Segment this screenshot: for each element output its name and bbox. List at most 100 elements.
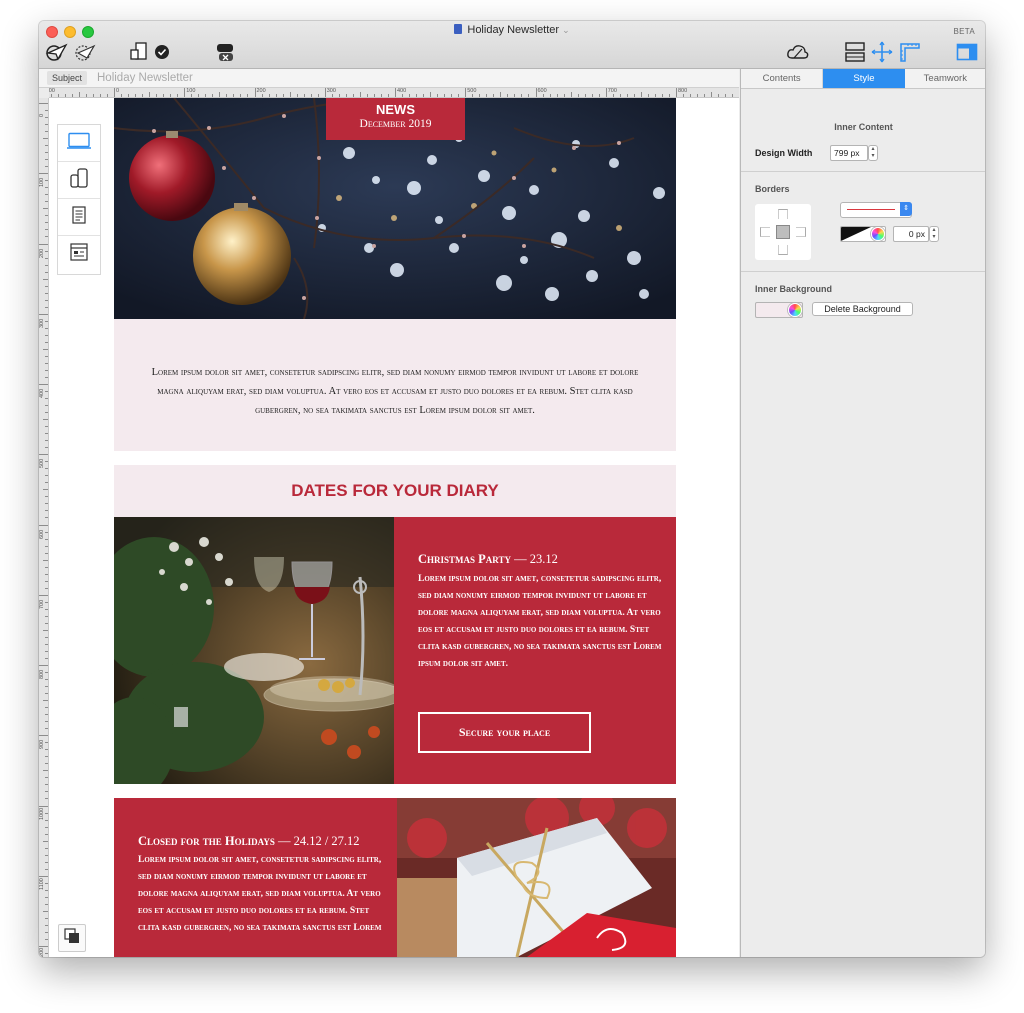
ruler-tick — [584, 94, 586, 97]
ruler-tick — [39, 805, 48, 807]
ruler-tick — [289, 92, 291, 97]
ruler-label: 300 — [39, 318, 45, 328]
event-date: 23.12 — [529, 552, 558, 566]
border-bottom-segment[interactable] — [778, 245, 788, 255]
ruler-label: 700 — [607, 88, 617, 94]
ruler-tick — [598, 94, 600, 97]
layout-icon[interactable] — [843, 40, 867, 64]
event-date: 24.12 / 27.12 — [293, 834, 360, 848]
ruler-tick — [472, 94, 474, 97]
ruler-tick — [345, 94, 347, 97]
chevron-down-icon[interactable]: ⌄ — [562, 25, 570, 35]
ruler-tick — [156, 94, 158, 97]
tab-contents[interactable]: Contents — [741, 69, 824, 88]
border-right-segment[interactable] — [796, 227, 806, 237]
ruler-tick — [45, 334, 48, 336]
ruler-tick — [416, 94, 418, 97]
secure-place-button[interactable]: Secure your place — [418, 712, 591, 753]
ruler-tick — [668, 94, 670, 97]
ruler-tick — [45, 791, 48, 793]
ruler-tick — [690, 94, 692, 97]
ruler-icon[interactable] — [898, 40, 922, 64]
ruler-tick — [45, 953, 48, 955]
ruler-tick — [45, 643, 48, 645]
ruler-tick — [99, 94, 101, 97]
ruler-tick — [387, 94, 389, 97]
ruler-tick — [142, 94, 144, 97]
send-icon[interactable] — [43, 40, 69, 64]
canvas-options-button[interactable] — [58, 924, 86, 952]
news-badge: NEWS December 2019 — [326, 98, 465, 140]
ruler-tick — [45, 538, 48, 540]
news-date: December 2019 — [359, 118, 432, 130]
design-width-stepper[interactable]: ▴ ▾ — [868, 145, 878, 161]
web-preview-button[interactable] — [58, 236, 100, 273]
ruler-tick — [45, 327, 48, 329]
document-check-icon[interactable] — [127, 40, 175, 64]
ruler-tick — [45, 707, 48, 709]
ruler-tick — [683, 94, 685, 97]
ruler-tick — [43, 700, 48, 702]
text-preview-button[interactable] — [58, 199, 100, 236]
cloud-icon[interactable] — [785, 40, 811, 64]
design-width-field[interactable]: 799 px — [830, 145, 868, 161]
ruler-tick — [205, 94, 207, 97]
tab-style[interactable]: Style — [823, 69, 905, 88]
ruler-tick — [78, 92, 80, 97]
inner-background-color-well[interactable] — [755, 302, 803, 318]
ruler-tick — [521, 94, 523, 97]
ruler-tick — [45, 672, 48, 674]
delete-background-button[interactable]: Delete Background — [812, 302, 913, 316]
border-top-segment[interactable] — [778, 209, 788, 219]
ruler-tick — [45, 798, 48, 800]
ruler-label: 700 — [39, 599, 45, 609]
ruler-tick — [556, 94, 558, 97]
ruler-tick — [402, 94, 404, 97]
ruler-tick — [437, 94, 439, 97]
text-preview-icon — [72, 205, 86, 229]
ruler-tick — [85, 94, 87, 97]
dismiss-icon[interactable] — [211, 40, 239, 64]
panel-icon[interactable] — [955, 40, 979, 64]
move-icon[interactable] — [870, 40, 894, 64]
party-image — [114, 517, 394, 784]
ruler-tick — [654, 94, 656, 97]
ruler-tick — [542, 94, 544, 97]
ruler-tick — [45, 931, 48, 933]
ruler-tick — [331, 94, 333, 97]
color-wheel-icon[interactable] — [788, 303, 802, 317]
subject-bar: Subject — [39, 69, 739, 88]
border-width-stepper[interactable]: ▴ ▾ — [929, 226, 939, 242]
ruler-tick — [45, 250, 48, 252]
border-side-selector[interactable] — [755, 204, 811, 260]
ruler-tick — [458, 94, 460, 97]
newsletter-preview: NEWS December 2019 Lorem ipsum dolor sit… — [114, 98, 676, 957]
ruler-tick — [45, 693, 48, 695]
intro-block: Lorem ipsum dolor sit amet, consetetur s… — [114, 319, 676, 451]
ruler-tick — [233, 94, 235, 97]
tab-teamwork[interactable]: Teamwork — [905, 69, 985, 88]
subject-input[interactable] — [95, 70, 499, 86]
mobile-preview-button[interactable] — [58, 162, 100, 199]
ruler-label: 100 — [49, 88, 55, 94]
borders-title: Borders — [755, 184, 790, 194]
border-style-select[interactable]: ⇕ — [840, 202, 912, 218]
ruler-tick — [45, 355, 48, 357]
ruler-tick — [45, 426, 48, 428]
ruler-tick — [591, 94, 593, 97]
ruler-tick — [451, 94, 453, 97]
schedule-icon[interactable] — [71, 40, 97, 64]
ruler-tick — [45, 503, 48, 505]
border-all-segment[interactable] — [776, 225, 790, 239]
ruler-tick — [528, 94, 530, 97]
border-color-well[interactable] — [840, 226, 886, 242]
border-width-field[interactable]: 0 px — [893, 226, 929, 242]
inner-background-title: Inner Background — [755, 284, 833, 294]
desktop-preview-button[interactable] — [58, 125, 100, 162]
window-title: Holiday Newsletter ⌄ — [39, 24, 985, 36]
ruler-tick — [114, 88, 115, 97]
color-wheel-icon[interactable] — [871, 227, 885, 241]
ruler-tick — [45, 229, 48, 231]
ruler-tick — [45, 573, 48, 575]
border-left-segment[interactable] — [760, 227, 770, 237]
